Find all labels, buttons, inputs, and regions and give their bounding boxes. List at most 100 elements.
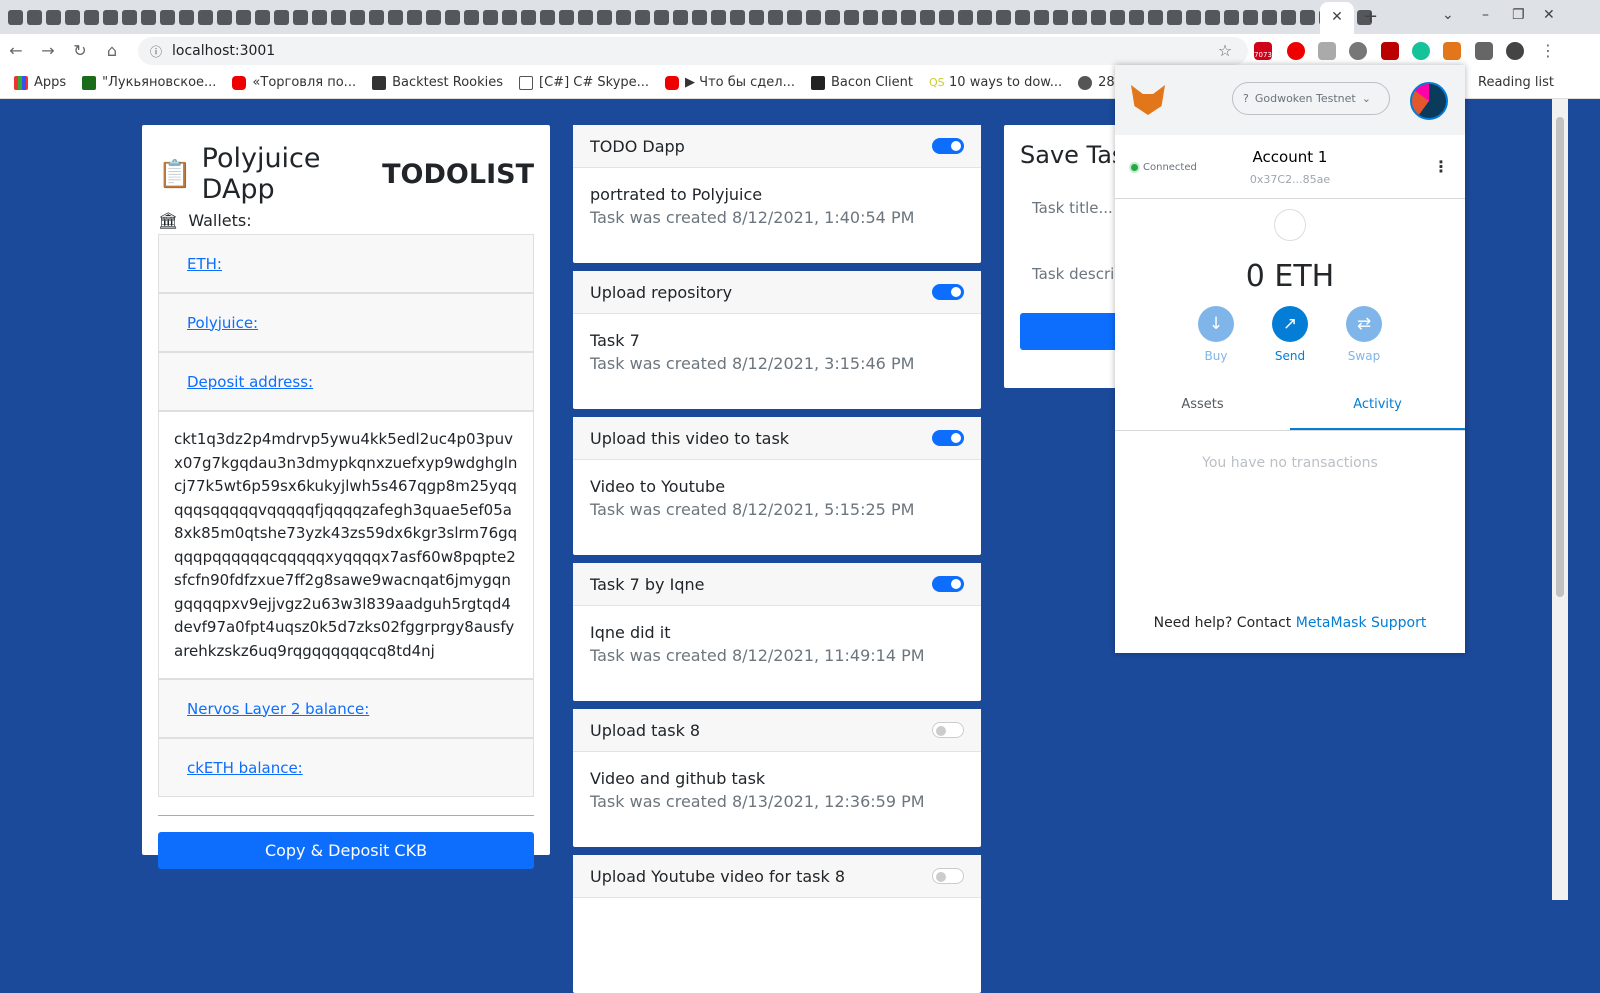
extension-icon[interactable] — [1349, 42, 1367, 60]
tab-favicon-icon[interactable] — [692, 9, 707, 25]
send-button[interactable]: ↗ Send — [1272, 306, 1308, 363]
tab-favicon-icon[interactable] — [1072, 9, 1087, 25]
site-info-icon[interactable]: ⓘ — [150, 43, 162, 60]
task-title-input[interactable]: Task title... — [1032, 199, 1118, 217]
gmail-extension-icon[interactable]: 7073 — [1254, 42, 1272, 60]
new-tab-button[interactable]: + — [1363, 6, 1378, 27]
tab-favicon-icon[interactable] — [1243, 9, 1258, 25]
tab-favicon-icon[interactable] — [787, 9, 802, 25]
task-done-toggle[interactable] — [932, 284, 964, 300]
tab-favicon-icon[interactable] — [65, 9, 80, 25]
tab-favicon-icon[interactable] — [1015, 9, 1030, 25]
tab-favicon-icon[interactable] — [483, 9, 498, 25]
bookmark-item[interactable]: Bacon Client — [811, 75, 913, 90]
tab-favicon-icon[interactable] — [179, 9, 194, 25]
buy-button[interactable]: ↓ Buy — [1198, 306, 1234, 363]
tab-assets[interactable]: Assets — [1115, 387, 1290, 430]
tab-favicon-icon[interactable] — [160, 9, 175, 25]
tab-favicon-icon[interactable] — [236, 9, 251, 25]
tab-favicon-icon[interactable] — [996, 9, 1011, 25]
bookmark-item[interactable]: [C#] C# Skype... — [519, 75, 649, 90]
tab-favicon-icon[interactable] — [730, 9, 745, 25]
account-address[interactable]: 0x37C2...85ae — [1115, 173, 1465, 186]
grammarly-extension-icon[interactable] — [1412, 42, 1430, 60]
tab-favicon-icon[interactable] — [711, 9, 726, 25]
tab-favicon-icon[interactable] — [464, 9, 479, 25]
tab-favicon-icon[interactable] — [217, 9, 232, 25]
task-done-toggle[interactable] — [932, 868, 964, 884]
tab-favicon-icon[interactable] — [1129, 9, 1144, 25]
ublock-extension-icon[interactable] — [1381, 42, 1399, 60]
account-options-icon[interactable]: ⋮ — [1433, 157, 1449, 176]
tab-favicon-icon[interactable] — [1262, 9, 1277, 25]
account-name[interactable]: Account 1 — [1115, 148, 1465, 166]
metamask-support-link[interactable]: MetaMask Support — [1296, 615, 1427, 631]
task-description-input[interactable]: Task description... — [1032, 265, 1167, 283]
tab-favicon-icon[interactable] — [749, 9, 764, 25]
tab-favicon-icon[interactable] — [1205, 9, 1220, 25]
tab-favicon-icon[interactable] — [274, 9, 289, 25]
tab-favicon-icon[interactable] — [1034, 9, 1049, 25]
page-scrollbar[interactable] — [1552, 99, 1568, 900]
scrollbar-thumb[interactable] — [1556, 117, 1564, 597]
tab-favicon-icon[interactable] — [521, 9, 536, 25]
copy-deposit-button[interactable]: Copy & Deposit CKB — [158, 832, 534, 869]
bookmark-item[interactable]: ▶ Что бы сдел... — [665, 75, 795, 90]
bookmark-star-icon[interactable]: ☆ — [1209, 41, 1241, 60]
tab-favicon-icon[interactable] — [635, 9, 650, 25]
tab-favicon-icon[interactable] — [901, 9, 916, 25]
tab-favicon-icon[interactable] — [1300, 9, 1315, 25]
tab-favicon-icon[interactable] — [597, 9, 612, 25]
deposit-address-link[interactable]: Deposit address: — [187, 373, 313, 391]
tab-favicon-icon[interactable] — [122, 9, 137, 25]
tab-favicon-icon[interactable] — [1091, 9, 1106, 25]
tab-favicon-icon[interactable] — [445, 9, 460, 25]
task-done-toggle[interactable] — [932, 576, 964, 592]
tab-search-icon[interactable]: ⌄ — [1442, 7, 1454, 23]
tab-favicon-icon[interactable] — [616, 9, 631, 25]
polyjuice-link[interactable]: Polyjuice: — [187, 314, 258, 332]
network-selector[interactable]: ? Godwoken Testnet ⌄ — [1232, 82, 1390, 115]
tab-favicon-icon[interactable] — [825, 9, 840, 25]
eth-link[interactable]: ETH: — [187, 255, 222, 273]
bookmark-item[interactable]: QS 10 ways to dow... — [929, 75, 1062, 90]
tab-favicon-icon[interactable] — [920, 9, 935, 25]
task-done-toggle[interactable] — [932, 138, 964, 154]
bookmark-item[interactable]: Backtest Rookies — [372, 75, 503, 90]
tab-favicon-icon[interactable] — [882, 9, 897, 25]
forward-icon[interactable]: → — [32, 41, 64, 60]
tab-favicon-icon[interactable] — [1224, 9, 1239, 25]
tab-favicon-icon[interactable] — [141, 9, 156, 25]
tab-favicon-icon[interactable] — [8, 9, 23, 25]
home-icon[interactable]: ⌂ — [96, 41, 128, 60]
tab-favicon-icon[interactable] — [293, 9, 308, 25]
back-icon[interactable]: ← — [0, 41, 32, 60]
tab-favicon-icon[interactable] — [350, 9, 365, 25]
tab-favicon-icon[interactable] — [958, 9, 973, 25]
nervos-balance-link[interactable]: Nervos Layer 2 balance: — [187, 700, 369, 718]
tab-favicon-icon[interactable] — [977, 9, 992, 25]
tab-favicon-icon[interactable] — [198, 9, 213, 25]
tab-favicon-icon[interactable] — [1281, 9, 1296, 25]
tab-favicon-icon[interactable] — [388, 9, 403, 25]
tab-favicon-icon[interactable] — [863, 9, 878, 25]
tab-favicon-icon[interactable] — [540, 9, 555, 25]
metamask-extension-icon[interactable] — [1443, 42, 1461, 60]
bookmark-item[interactable]: 28 — [1078, 75, 1115, 90]
profile-avatar[interactable] — [1506, 42, 1524, 60]
tab-favicon-icon[interactable] — [559, 9, 574, 25]
bookmark-item[interactable]: «Торговля по... — [232, 75, 356, 90]
tab-favicon-icon[interactable] — [502, 9, 517, 25]
tab-favicon-icon[interactable] — [939, 9, 954, 25]
tab-favicon-icon[interactable] — [806, 9, 821, 25]
cketh-balance-link[interactable]: ckETH balance: — [187, 759, 303, 777]
tab-favicon-icon[interactable] — [1167, 9, 1182, 25]
reload-icon[interactable]: ↻ — [64, 41, 96, 60]
extensions-puzzle-icon[interactable] — [1475, 42, 1493, 60]
tab-favicon-icon[interactable] — [1053, 9, 1068, 25]
reading-list[interactable]: Reading list — [1478, 75, 1554, 90]
tab-favicon-icon[interactable] — [312, 9, 327, 25]
bookmark-apps[interactable]: Apps — [14, 75, 66, 90]
active-tab-close-icon[interactable]: ✕ — [1320, 2, 1354, 34]
opera-extension-icon[interactable] — [1287, 42, 1305, 60]
